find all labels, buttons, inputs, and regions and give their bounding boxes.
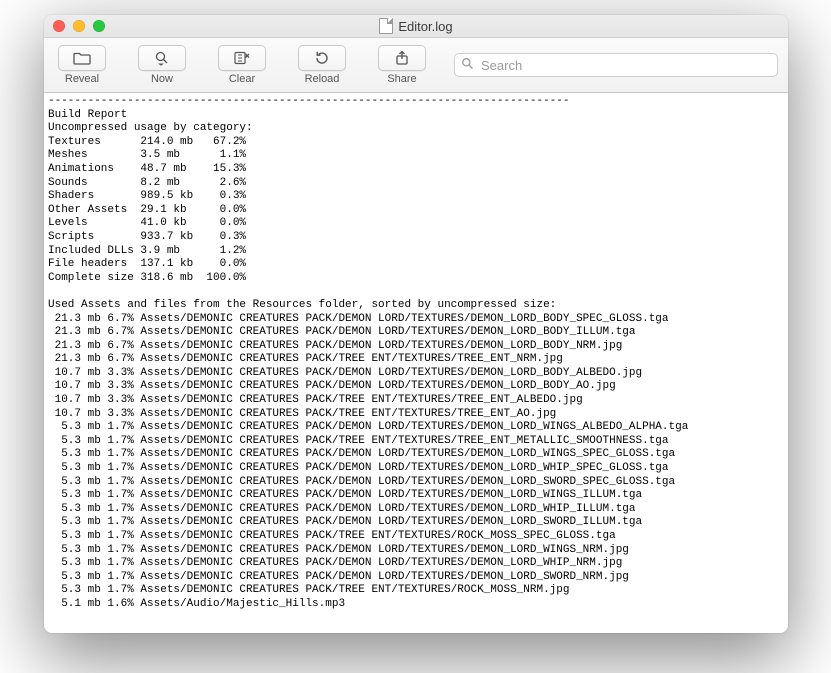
share-button[interactable] bbox=[378, 45, 426, 71]
magnify-down-icon bbox=[154, 50, 170, 66]
search-input[interactable] bbox=[479, 57, 771, 74]
reload-group: Reload bbox=[294, 45, 350, 85]
clear-label: Clear bbox=[229, 73, 255, 85]
search-wrap bbox=[454, 53, 778, 77]
search-field[interactable] bbox=[454, 53, 778, 77]
close-window-button[interactable] bbox=[53, 20, 65, 32]
window-title-text: Editor.log bbox=[398, 19, 452, 34]
titlebar: Editor.log bbox=[44, 15, 788, 38]
share-icon bbox=[395, 50, 409, 66]
minimize-window-button[interactable] bbox=[73, 20, 85, 32]
now-button[interactable] bbox=[138, 45, 186, 71]
window-controls bbox=[44, 20, 105, 32]
log-output[interactable]: ----------------------------------------… bbox=[44, 93, 788, 633]
now-label: Now bbox=[151, 73, 173, 85]
search-icon bbox=[461, 57, 474, 73]
folder-icon bbox=[73, 51, 91, 65]
clear-button[interactable] bbox=[218, 45, 266, 71]
now-group: Now bbox=[134, 45, 190, 85]
toolbar: Reveal Now Clear Rel bbox=[44, 38, 788, 93]
console-window: Editor.log Reveal Now bbox=[44, 15, 788, 633]
document-icon bbox=[379, 18, 393, 34]
share-label: Share bbox=[387, 73, 416, 85]
clear-group: Clear bbox=[214, 45, 270, 85]
window-title: Editor.log bbox=[44, 18, 788, 34]
clear-icon bbox=[233, 51, 251, 65]
zoom-window-button[interactable] bbox=[93, 20, 105, 32]
reveal-group: Reveal bbox=[54, 45, 110, 85]
reveal-label: Reveal bbox=[65, 73, 99, 85]
reload-icon bbox=[314, 50, 330, 66]
reveal-button[interactable] bbox=[58, 45, 106, 71]
reload-label: Reload bbox=[305, 73, 340, 85]
share-group: Share bbox=[374, 45, 430, 85]
reload-button[interactable] bbox=[298, 45, 346, 71]
